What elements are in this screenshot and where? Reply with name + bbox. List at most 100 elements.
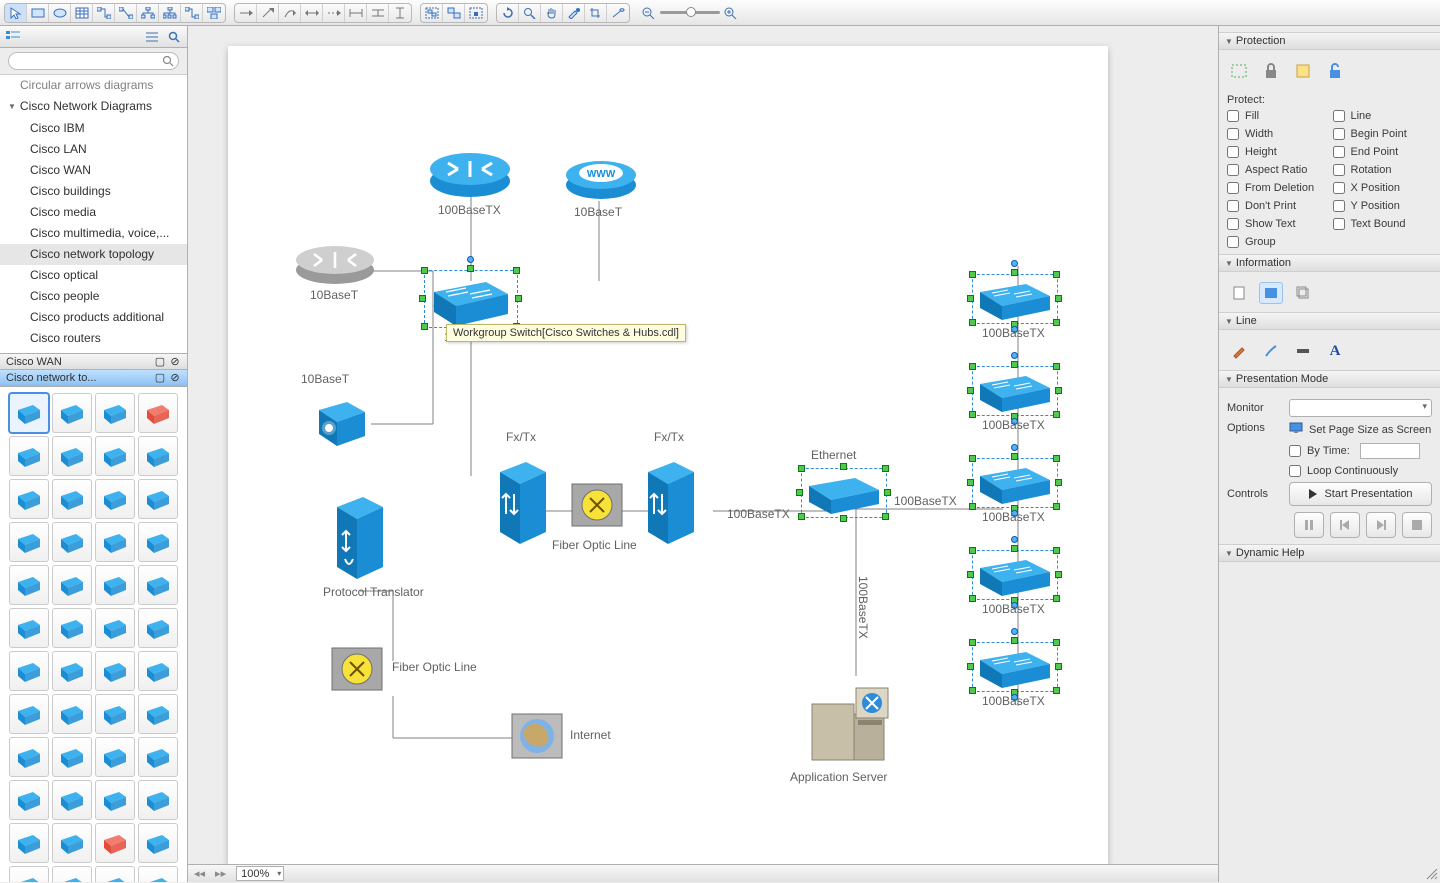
palette-item[interactable] — [52, 522, 92, 562]
fxtx-shape[interactable]: Fx/Tx — [496, 456, 550, 546]
section-line[interactable]: Line — [1219, 312, 1440, 330]
section-presentation[interactable]: Presentation Mode — [1219, 370, 1440, 388]
protect-page-icon[interactable] — [1291, 60, 1315, 82]
zoom-out-button[interactable] — [638, 4, 660, 22]
crop-tool[interactable] — [585, 4, 607, 22]
tree-item[interactable]: Cisco buildings — [0, 181, 187, 202]
ethernet-switch-shape[interactable]: Ethernet — [803, 470, 885, 516]
connector-d-tool[interactable] — [115, 4, 137, 22]
protect-checkbox[interactable] — [1333, 200, 1345, 212]
protect-option[interactable]: Don't Print — [1227, 200, 1327, 212]
tree-item[interactable]: Cisco multimedia, voice,... — [0, 223, 187, 244]
fiber-optic-shape[interactable]: Fiber Optic Line — [328, 642, 386, 694]
palette-item[interactable] — [138, 565, 178, 605]
dim-v-tool[interactable] — [389, 4, 411, 22]
stamp-tool[interactable] — [607, 4, 629, 22]
palette-item[interactable] — [9, 780, 49, 820]
tree-item[interactable]: Cisco IBM — [0, 118, 187, 139]
palette-item[interactable] — [95, 608, 135, 648]
zoom-in-button[interactable] — [720, 4, 742, 22]
protocol-translator-shape[interactable]: Protocol Translator — [333, 491, 387, 581]
protect-checkbox[interactable] — [1333, 218, 1345, 230]
stack-switch-shape[interactable]: 100BaseTX — [974, 552, 1056, 598]
info-doc-icon[interactable] — [1227, 282, 1251, 304]
palette-item[interactable] — [138, 393, 178, 433]
library-tab[interactable]: Cisco WAN ▢ ⊘ — [0, 354, 187, 370]
dim-line-tool[interactable] — [367, 4, 389, 22]
palette-item[interactable] — [52, 651, 92, 691]
palette-item[interactable] — [9, 479, 49, 519]
palette-item[interactable] — [9, 436, 49, 476]
protect-checkbox[interactable] — [1227, 218, 1239, 230]
palette-item[interactable] — [95, 651, 135, 691]
protect-checkbox[interactable] — [1333, 128, 1345, 140]
palette-item[interactable] — [52, 608, 92, 648]
palette-item[interactable] — [95, 565, 135, 605]
palette-item[interactable] — [95, 737, 135, 777]
palette-item[interactable] — [95, 479, 135, 519]
palette-item[interactable] — [9, 651, 49, 691]
fxtx-shape[interactable]: Fx/Tx — [644, 456, 698, 546]
protect-option[interactable]: Width — [1227, 128, 1327, 140]
application-server-shape[interactable]: Application Server — [806, 678, 896, 764]
palette-item[interactable] — [95, 436, 135, 476]
group-lock-tool[interactable] — [465, 4, 487, 22]
info-shape-icon[interactable] — [1259, 282, 1283, 304]
zoom-tool[interactable] — [519, 4, 541, 22]
layout-tool[interactable] — [203, 4, 225, 22]
palette-item[interactable] — [95, 393, 135, 433]
next-button[interactable] — [1366, 512, 1396, 538]
search-toggle-icon[interactable] — [165, 29, 183, 45]
stack-switch-shape[interactable]: 100BaseTX — [974, 644, 1056, 690]
palette-item[interactable] — [52, 737, 92, 777]
protect-option[interactable]: Begin Point — [1333, 128, 1433, 140]
table-tool[interactable] — [71, 4, 93, 22]
detach-icon[interactable]: ▢ — [154, 372, 166, 384]
palette-item[interactable] — [138, 522, 178, 562]
line-text-icon[interactable]: A — [1323, 340, 1347, 362]
protect-none-icon[interactable] — [1227, 60, 1251, 82]
palette-item[interactable] — [9, 608, 49, 648]
refresh-tool[interactable] — [497, 4, 519, 22]
protect-checkbox[interactable] — [1227, 164, 1239, 176]
by-time-input[interactable] — [1360, 443, 1420, 459]
start-presentation-button[interactable]: Start Presentation — [1289, 482, 1432, 506]
internet-shape[interactable]: Internet — [510, 710, 564, 762]
protect-checkbox[interactable] — [1227, 200, 1239, 212]
palette-item[interactable] — [138, 436, 178, 476]
zoom-slider[interactable] — [660, 11, 720, 14]
dim-h-tool[interactable] — [345, 4, 367, 22]
palette-item[interactable] — [95, 780, 135, 820]
section-protection[interactable]: Protection — [1219, 32, 1440, 50]
palette-item[interactable] — [138, 651, 178, 691]
www-shape[interactable]: WWW 10BaseT — [564, 151, 638, 201]
protect-unlock-icon[interactable] — [1323, 60, 1347, 82]
tree-item[interactable]: Circular arrows diagrams — [0, 75, 187, 96]
palette-item[interactable] — [52, 479, 92, 519]
stack-switch-shape[interactable]: 100BaseTX — [974, 368, 1056, 414]
monitor-select[interactable] — [1289, 399, 1432, 417]
palette-item[interactable] — [52, 866, 92, 882]
protect-checkbox[interactable] — [1333, 182, 1345, 194]
palette-item[interactable] — [95, 866, 135, 882]
list-view-icon[interactable] — [143, 29, 161, 45]
tree-item[interactable]: Cisco LAN — [0, 139, 187, 160]
close-icon[interactable]: ⊘ — [169, 356, 181, 368]
arrow-diag-tool[interactable] — [257, 4, 279, 22]
palette-item[interactable] — [9, 737, 49, 777]
library-search-input[interactable] — [8, 52, 179, 70]
arrow-right-tool[interactable] — [235, 4, 257, 22]
palette-item[interactable] — [138, 780, 178, 820]
protect-option[interactable]: Line — [1333, 110, 1433, 122]
by-time-checkbox[interactable] — [1289, 445, 1301, 457]
palette-item[interactable] — [9, 522, 49, 562]
protect-option[interactable]: Fill — [1227, 110, 1327, 122]
tree-item[interactable]: Cisco routers — [0, 328, 187, 349]
router-shape[interactable]: 100BaseTX — [428, 141, 512, 199]
protect-lock-icon[interactable] — [1259, 60, 1283, 82]
library-tab[interactable]: Cisco network to... ▢ ⊘ — [0, 370, 187, 386]
protect-checkbox[interactable] — [1333, 110, 1345, 122]
group-tool[interactable] — [421, 4, 443, 22]
palette-item[interactable] — [138, 823, 178, 863]
palette-item[interactable] — [95, 694, 135, 734]
